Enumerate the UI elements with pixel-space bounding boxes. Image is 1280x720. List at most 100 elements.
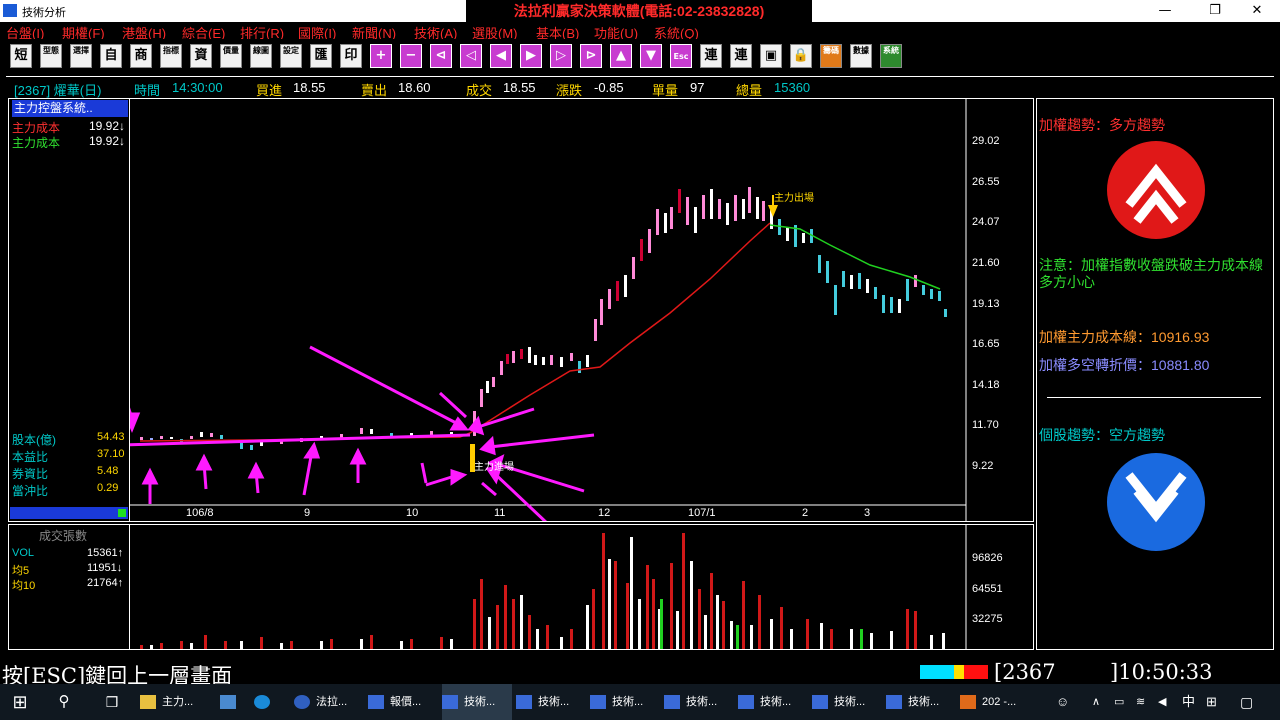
- taskbar-label: 技術...: [686, 696, 718, 708]
- zoom-out-button[interactable]: −: [400, 44, 422, 68]
- short-button[interactable]: 短: [10, 44, 32, 68]
- last-button[interactable]: ⊳: [580, 44, 602, 68]
- link-button-2[interactable]: 連: [730, 44, 752, 68]
- select-button[interactable]: 選擇: [70, 44, 92, 68]
- vol-value: 15361↑: [87, 547, 124, 559]
- next-page-button[interactable]: ▷: [550, 44, 572, 68]
- link-button[interactable]: 連: [700, 44, 722, 68]
- zoom-in-button[interactable]: +: [370, 44, 392, 68]
- right-info-panel: 加權趨勢：多方趨勢 注意：加權指數收盤跌破主力成本線多方小心 加權主力成本線：1…: [1036, 98, 1274, 650]
- chart-app-icon: [516, 695, 532, 710]
- color-indicator: [920, 665, 988, 679]
- ime-mode-icon[interactable]: ⊞: [1206, 684, 1224, 720]
- taskbar-item[interactable]: 技術...: [886, 684, 958, 720]
- up-button[interactable]: ▲: [610, 44, 632, 68]
- panel-title[interactable]: 主力控盤系統..: [12, 100, 128, 117]
- status-bar: 按[ESC]鍵回上一層畫面 [2367 ]10:50:33: [0, 660, 1280, 688]
- stats-button[interactable]: 數據: [850, 44, 872, 68]
- volume-icon[interactable]: ◀: [1158, 684, 1176, 720]
- x-tick: 106/8: [186, 507, 214, 519]
- taskbar-item[interactable]: 報價...: [368, 684, 440, 720]
- prev-button[interactable]: ◀: [490, 44, 512, 68]
- taskbar-item[interactable]: 技術...: [738, 684, 810, 720]
- down-button[interactable]: ▼: [640, 44, 662, 68]
- chart-line-button[interactable]: 線圖: [250, 44, 272, 68]
- chart-app-icon: [442, 695, 458, 710]
- close-button[interactable]: ✕: [1234, 0, 1280, 22]
- scroll-thumb[interactable]: [118, 509, 126, 517]
- status-code-box: [2367: [994, 660, 1056, 684]
- prev-page-button[interactable]: ◁: [460, 44, 482, 68]
- pattern-button[interactable]: 型態: [40, 44, 62, 68]
- down-arrow-icon: [1107, 453, 1205, 551]
- search-icon[interactable]: ⚲: [44, 684, 84, 720]
- wifi-icon[interactable]: ≋: [1136, 684, 1154, 720]
- y-tick: 24.07: [972, 216, 1000, 228]
- taskbar-label: 主力...: [162, 696, 194, 708]
- ma5-value: 11951↓: [87, 562, 123, 574]
- change-label: 漲跌: [556, 83, 583, 98]
- ie-icon[interactable]: [254, 684, 284, 720]
- x-tick: 3: [864, 507, 871, 519]
- x-tick: 107/1: [688, 507, 716, 519]
- next-button[interactable]: ▶: [520, 44, 542, 68]
- taskbar-item[interactable]: 技術...: [664, 684, 736, 720]
- price-volume-button[interactable]: 價量: [220, 44, 242, 68]
- chevron-up-icon[interactable]: ∧: [1092, 684, 1110, 720]
- clock-box: ]10:50:33: [1110, 660, 1213, 684]
- system-button[interactable]: 系統: [880, 44, 902, 68]
- self-button[interactable]: 自: [100, 44, 122, 68]
- ime-indicator[interactable]: 中: [1182, 684, 1200, 720]
- pe-label: 本益比: [12, 450, 49, 464]
- enter-label: 主力進場: [474, 462, 514, 473]
- window-button[interactable]: ▣: [760, 44, 782, 68]
- y-tick: 21.60: [972, 257, 1000, 269]
- taskbar-item[interactable]: 202 -...: [960, 684, 1036, 720]
- ma10-value: 21764↑: [87, 577, 124, 589]
- taskbar-item[interactable]: 法拉...: [294, 684, 366, 720]
- print-button[interactable]: 印: [340, 44, 362, 68]
- ma5-label: 均5: [12, 565, 30, 577]
- data-button[interactable]: 資: [190, 44, 212, 68]
- export-button[interactable]: 匯: [310, 44, 332, 68]
- chart-app-icon: [664, 695, 680, 710]
- index-trend: 加權趨勢：多方趨勢: [1039, 117, 1165, 133]
- chips-button[interactable]: 籌碼: [820, 44, 842, 68]
- deal-value: 18.55: [503, 80, 536, 95]
- indicator-button[interactable]: 指標: [160, 44, 182, 68]
- maximize-button[interactable]: ❐: [1192, 0, 1238, 22]
- candles-fall: [778, 219, 947, 317]
- settings-button[interactable]: 設定: [280, 44, 302, 68]
- margin-label: 券資比: [12, 467, 49, 481]
- volume-y-tick: 32275: [972, 613, 1003, 625]
- price-chart-panel: 主力進場 主力出場 29.02 26.55 24.07 21.60 19.13 …: [129, 98, 1034, 522]
- candles-rise: [473, 187, 773, 436]
- taskbar-label: 技術...: [908, 696, 940, 708]
- minimize-button[interactable]: —: [1142, 0, 1188, 22]
- taskbar-item[interactable]: 技術...: [812, 684, 884, 720]
- taskbar-item-active[interactable]: 技術...: [442, 684, 512, 720]
- cost-line-text: 加權主力成本線：10916.93: [1039, 329, 1210, 345]
- taskbar-item[interactable]: 技術...: [516, 684, 588, 720]
- desktop-icon[interactable]: [220, 684, 250, 720]
- time-value: 14:30:00: [172, 80, 223, 95]
- people-icon[interactable]: ☺: [1056, 684, 1076, 720]
- start-button[interactable]: ⊞: [0, 684, 40, 720]
- esc-button[interactable]: Esc: [670, 44, 692, 68]
- taskbar-item[interactable]: 主力...: [140, 684, 216, 720]
- volume-y-tick: 96826: [972, 552, 1003, 564]
- bid-value: 18.55: [293, 80, 326, 95]
- scroll-bar[interactable]: [10, 507, 128, 519]
- first-button[interactable]: ⊲: [430, 44, 452, 68]
- notification-icon[interactable]: ▢: [1240, 684, 1262, 720]
- battery-icon[interactable]: ▭: [1114, 684, 1132, 720]
- turn-price-text: 加權多空轉折價：10881.80: [1039, 357, 1210, 373]
- app-icon: [294, 695, 310, 710]
- up-arrow-icon: [1107, 141, 1205, 239]
- commodity-button[interactable]: 商: [130, 44, 152, 68]
- task-view-icon[interactable]: ❒: [92, 684, 132, 720]
- lock-button[interactable]: 🔒: [790, 44, 812, 68]
- taskbar-label: 技術...: [612, 696, 644, 708]
- taskbar-label: 技術...: [538, 696, 570, 708]
- taskbar-item[interactable]: 技術...: [590, 684, 662, 720]
